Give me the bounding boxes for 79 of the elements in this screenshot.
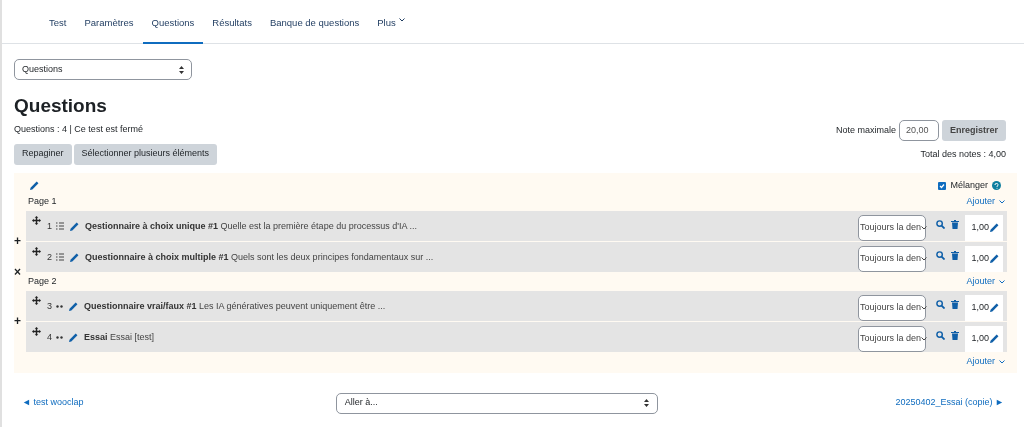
max-grade-field[interactable]: 20,00 — [898, 120, 939, 141]
nav-tab[interactable]: Questions — [142, 16, 204, 44]
mark-field[interactable]: 1,00 — [965, 325, 1003, 352]
summary-text: Questions : 4 | Ce test est fermé — [14, 123, 144, 136]
chevron-icon — [921, 256, 928, 261]
action-button[interactable]: Sélectionner plusieurs éléments — [73, 143, 218, 165]
mark-field[interactable]: 1,00 — [965, 294, 1003, 321]
nav-tab[interactable]: Plus — [368, 16, 414, 44]
question-title[interactable]: Questionnaire vrai/faux #1 Les IA génératives peuvent uniquement être ... — [84, 299, 386, 313]
chevron-icon — [921, 225, 928, 230]
search-icon[interactable] — [936, 219, 945, 229]
sort-icon — [179, 65, 184, 74]
edit-icon[interactable] — [990, 223, 999, 232]
search-icon[interactable] — [936, 330, 945, 340]
nav-tab[interactable]: Résultats — [203, 16, 261, 44]
search-icon[interactable] — [936, 299, 945, 309]
view-select[interactable]: Questions — [14, 59, 192, 80]
question-number: 2 — [47, 250, 52, 264]
search-icon[interactable] — [936, 250, 945, 260]
previous-link[interactable]: ◄ test wooclap — [22, 396, 222, 410]
page-break-icon[interactable]: + — [14, 314, 21, 327]
page-break-icon[interactable]: × — [14, 265, 21, 278]
edit-icon[interactable] — [70, 252, 79, 262]
nav-tab[interactable]: Test — [40, 16, 76, 44]
question-number: 4 — [47, 330, 52, 344]
edit-icon[interactable] — [70, 221, 79, 231]
total-marks: Total des notes : 4,00 — [920, 148, 1006, 161]
next-link[interactable]: 20250402_Essai (copie) ► — [895, 396, 1004, 410]
action-button[interactable]: Repaginer — [14, 143, 72, 165]
nav-tab[interactable]: Paramètres — [75, 16, 143, 44]
edit-icon[interactable] — [990, 334, 999, 343]
page-heading: Questions — [14, 94, 108, 118]
move-icon[interactable] — [32, 215, 41, 225]
page-break-icon[interactable]: + — [14, 234, 21, 247]
display-select[interactable]: Toujours la den — [858, 294, 926, 321]
list-icon — [56, 253, 64, 262]
edit-icon[interactable] — [990, 303, 999, 312]
question-title[interactable]: Questionnaire à choix multiple #1 Quels sont les deux principes fondamentaux sur ... — [85, 250, 434, 264]
trash-icon[interactable] — [951, 330, 959, 340]
shuffle-checkbox[interactable] — [938, 181, 947, 190]
nav-tab[interactable]: Banque de questions — [260, 16, 369, 44]
chevron-icon — [921, 336, 928, 341]
sort-icon — [643, 399, 649, 407]
move-icon[interactable] — [32, 326, 41, 336]
question-number: 1 — [47, 219, 52, 233]
max-grade-label: Note maximale — [835, 123, 896, 137]
trash-icon[interactable] — [951, 250, 959, 260]
dots-icon — [56, 304, 63, 308]
edit-icon[interactable] — [69, 332, 78, 342]
question-title[interactable]: Qestionnaire à choix unique #1 Quelle est la première étape du processus d'IA ... — [85, 219, 417, 233]
add-link[interactable]: Ajouter — [966, 194, 1005, 209]
display-select[interactable]: Toujours la den — [858, 245, 926, 272]
edit-icon[interactable] — [69, 301, 78, 311]
edit-icon[interactable] — [30, 181, 39, 190]
mark-field[interactable]: 1,00 — [965, 214, 1003, 241]
add-link[interactable]: Ajouter — [966, 274, 1005, 289]
list-icon — [56, 222, 64, 231]
dots-icon — [56, 335, 63, 339]
page-title: Page 2 — [28, 274, 57, 288]
chevron-icon — [999, 199, 1005, 204]
question-number: 3 — [47, 299, 52, 313]
shuffle-label: Mélanger — [950, 178, 988, 192]
display-select[interactable]: Toujours la den — [858, 325, 926, 352]
chevron-icon — [921, 305, 928, 310]
page-title: Page 1 — [28, 194, 57, 208]
mark-field[interactable]: 1,00 — [965, 245, 1003, 272]
trash-icon[interactable] — [951, 219, 959, 229]
help-icon[interactable] — [992, 181, 1001, 190]
move-icon[interactable] — [32, 246, 41, 256]
question-title[interactable]: Essai Essai [test] — [84, 330, 155, 344]
move-icon[interactable] — [32, 295, 41, 305]
jump-select[interactable]: Aller à... — [335, 392, 658, 414]
save-button[interactable]: Enregistrer — [941, 120, 1006, 141]
add-link[interactable]: Ajouter — [966, 354, 1005, 369]
trash-icon[interactable] — [951, 299, 959, 309]
chevron-icon — [999, 279, 1005, 284]
display-select[interactable]: Toujours la den — [858, 214, 926, 241]
edit-icon[interactable] — [990, 254, 999, 263]
chevron-icon — [999, 359, 1005, 364]
